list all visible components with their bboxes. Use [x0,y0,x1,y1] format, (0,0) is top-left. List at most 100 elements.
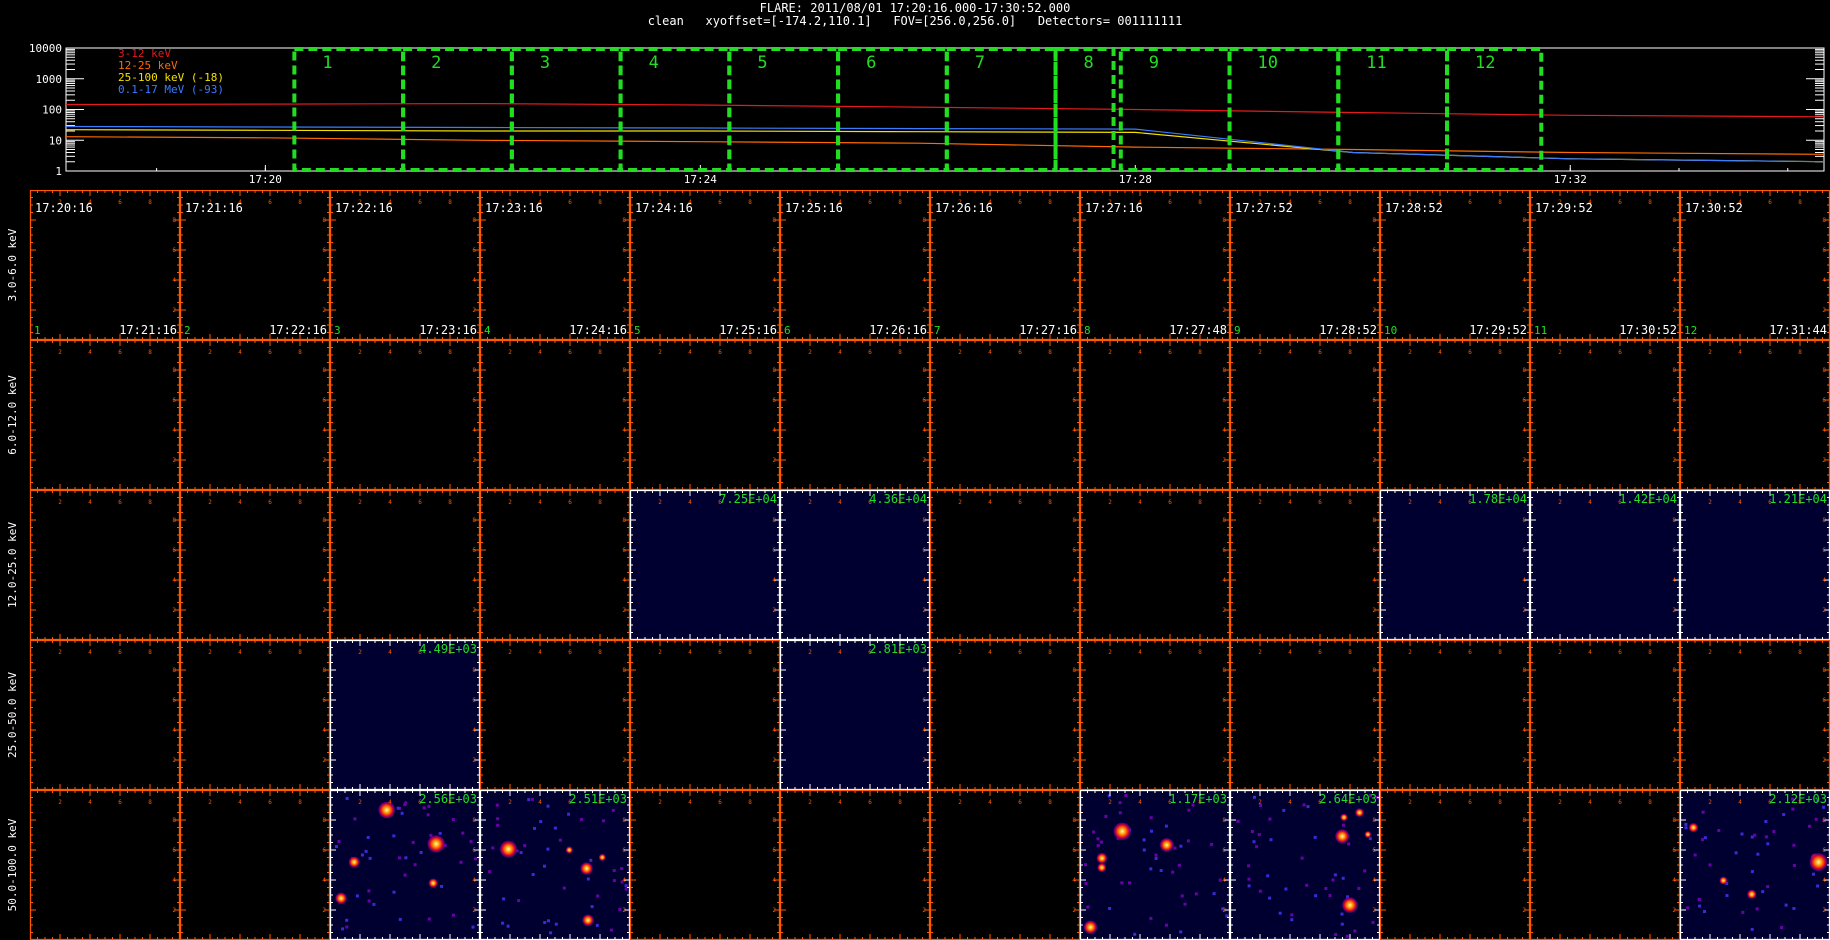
panel-tick-label: 4 [1822,277,1826,284]
panel-tick-label: 8 [1822,667,1826,674]
panel-tick-label: 8 [322,367,326,374]
panel-tick-label: 8 [1372,217,1376,224]
panel-tick-label: 6 [1222,397,1226,404]
panel-tick-label: 8 [898,499,902,506]
image-panel: 2 2 4 4 6 6 8 8 [29,339,181,491]
panel-tick-label: 6 [568,199,572,206]
source-spot [427,835,445,853]
interval-number: 8 [1084,324,1091,337]
panel-tick-label: 4 [88,649,92,656]
panel-tick-label: 4 [472,727,476,734]
interval-start-time: 17:22:16 [335,201,393,215]
panel-tick-label: 4 [1372,277,1376,284]
panel-tick-label: 4 [1072,277,1076,284]
noise-pixel [567,812,571,816]
panel-tick-label: 6 [1018,649,1022,656]
panel-tick-label: 6 [172,697,176,704]
noise-pixel [413,863,417,867]
panel-tick-label: 4 [1438,349,1442,356]
interval-end-time: 17:26:16 [869,323,927,337]
panel-tick-label: 4 [622,577,626,584]
panel-tick-label: 4 [388,799,392,806]
panel-tick-label: 8 [922,217,926,224]
interval-label: 8 [1084,53,1094,73]
panel-frame [179,489,331,641]
panel-tick-label: 2 [472,307,476,314]
panel-tick-label: 4 [1822,727,1826,734]
panel-tick-label: 6 [118,199,122,206]
interval-box [1336,47,1450,172]
panel-tick-label: 8 [598,499,602,506]
panel-tick-label: 2 [922,307,926,314]
image-panel: 2 2 4 4 6 6 8 8 [629,339,781,491]
interval-end-time: 17:22:16 [269,323,327,337]
image-panel: 2 2 4 4 6 6 8 8 [1229,339,1381,491]
panel-tick-label: 8 [1072,367,1076,374]
noise-pixel [367,899,371,903]
noise-pixel [419,851,423,854]
panel-tick-label: 4 [988,349,992,356]
panel-tick-label: 8 [448,349,452,356]
panel-tick-label: 6 [1372,697,1376,704]
panel-tick-label: 6 [1072,697,1076,704]
interval-label: 9 [1149,53,1159,73]
interval-start-time: 17:20:16 [35,201,93,215]
x-tick-label: 17:24 [684,173,717,185]
panel-tick-label: 8 [598,349,602,356]
noise-pixel [396,806,400,810]
panel-tick-label: 2 [958,499,962,506]
panel-tick-label: 2 [1708,499,1712,506]
noise-pixel [506,924,510,928]
x-tick-label: 17:20 [249,173,282,185]
panel-tick-label: 8 [772,217,776,224]
panel-tick-label: 8 [472,217,476,224]
image-panel: 2 2 4 4 6 6 8 8 [1079,639,1231,791]
panel-tick-label: 4 [772,427,776,434]
panel-tick-label: 8 [172,367,176,374]
legend-entry: 0.1-17 MeV (-93) [118,83,224,96]
panel-tick-label: 4 [688,799,692,806]
panel-tick-label: 6 [1018,349,1022,356]
panel-tick-label: 2 [922,607,926,614]
panel-tick-label: 4 [538,499,542,506]
panel-tick-label: 4 [688,349,692,356]
y-tick-label: 1 [55,165,62,178]
image-panel: 2 2 4 4 6 6 8 8 [479,339,631,491]
panel-tick-label: 6 [1522,247,1526,254]
panel-tick-label: 4 [388,349,392,356]
panel-tick-label: 8 [1798,499,1802,506]
image-panel: 2 2 4 4 6 6 8 8 [329,339,481,491]
panel-frame [479,489,631,641]
interval-start-time: 17:28:52 [1385,201,1443,215]
panel-frame [1079,489,1231,641]
panel-tick-label: 6 [922,847,926,854]
panel-tick-label: 4 [1288,499,1292,506]
panel-frame [29,639,181,791]
noise-pixel [345,918,349,922]
image-panel: 2244668817:27:1617:27:488 [1079,190,1231,341]
panel-tick-label: 4 [922,727,926,734]
panel-tick-label: 6 [1522,547,1526,554]
panel-tick-label: 2 [1108,349,1112,356]
panel-tick-label: 6 [1768,499,1772,506]
image-panel: 2 2 4 4 6 6 8 8 [1529,339,1681,491]
panel-tick-label: 2 [622,757,626,764]
panel-tick-label: 2 [1672,457,1676,464]
panel-tick-label: 6 [868,649,872,656]
panel-tick-label: 6 [718,349,722,356]
panel-tick-label: 6 [1672,697,1676,704]
panel-tick-label: 8 [172,517,176,524]
interval-number: 10 [1384,324,1397,337]
panel-tick-label: 6 [1168,649,1172,656]
panel-tick-label: 8 [148,349,152,356]
panel-tick-label: 4 [1822,577,1826,584]
panel-tick-label: 6 [472,247,476,254]
image-panel: 2 2 4 4 6 6 8 8 [1079,339,1231,491]
interval-start-time: 17:30:52 [1685,201,1743,215]
noise-pixel [539,820,543,824]
panel-tick-label: 4 [538,349,542,356]
panel-frame [479,339,631,491]
noise-pixel [355,894,359,898]
panel-tick-label: 6 [268,199,272,206]
noise-pixel [586,877,590,881]
